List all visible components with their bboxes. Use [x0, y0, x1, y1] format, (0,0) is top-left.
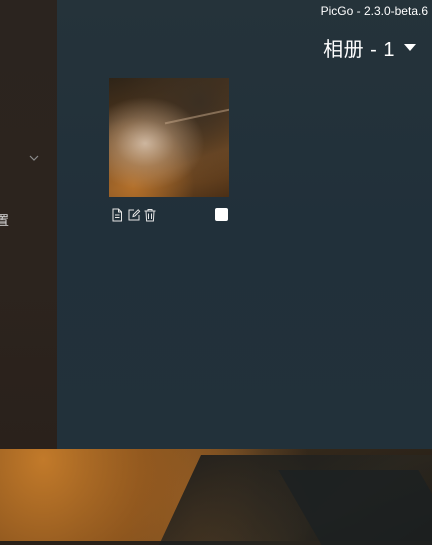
image-card — [109, 78, 229, 226]
chevron-down-icon[interactable] — [28, 152, 40, 164]
card-actions — [109, 208, 229, 226]
app-title: PicGo - 2.3.0-beta.6 — [320, 4, 428, 18]
gallery-dropdown[interactable]: 相册 - 1 — [323, 34, 416, 61]
sidebar-item-label[interactable]: 置 — [0, 210, 9, 229]
app-window: 置 PicGo - 2.3.0-beta.6 相册 - 1 — [0, 0, 432, 449]
select-checkbox[interactable] — [215, 208, 228, 221]
caret-down-icon — [404, 43, 416, 51]
edit-icon[interactable] — [127, 208, 141, 222]
sidebar: 置 — [0, 0, 57, 449]
gallery-title: 相册 - 1 — [323, 38, 395, 61]
image-thumbnail[interactable] — [109, 78, 229, 197]
trash-icon[interactable] — [143, 208, 157, 222]
document-icon[interactable] — [110, 208, 124, 222]
